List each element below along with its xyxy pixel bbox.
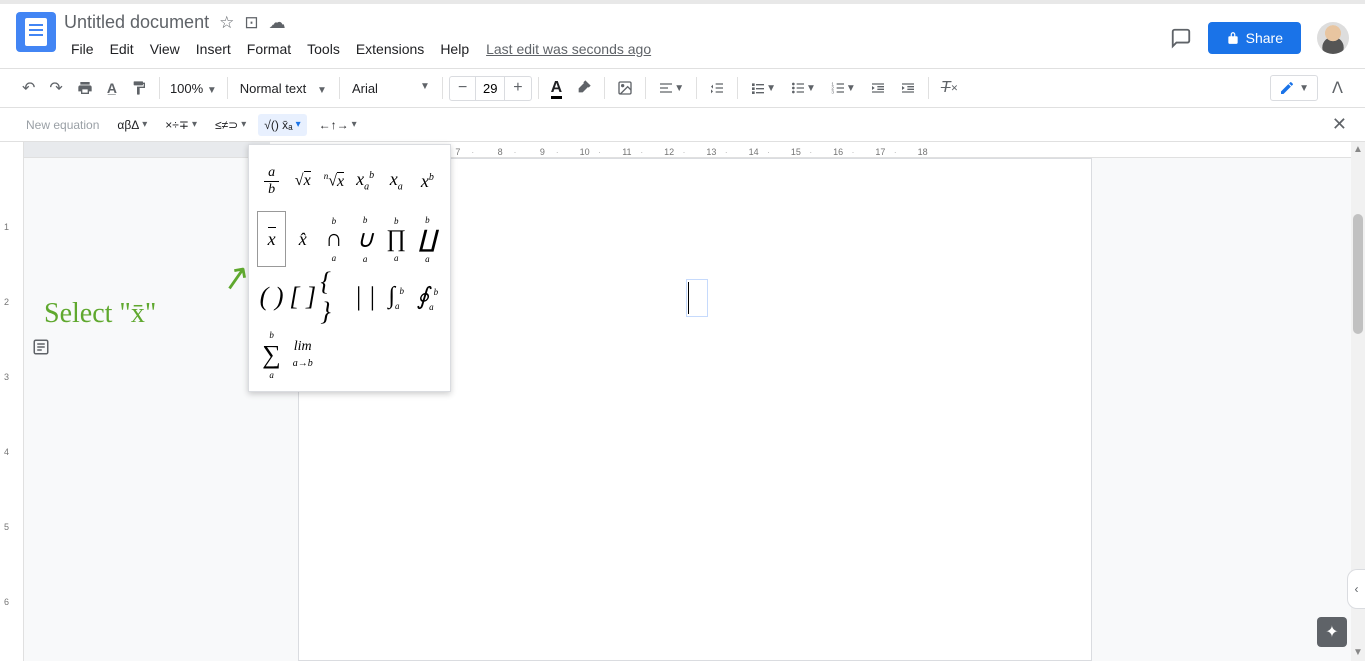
menu-view[interactable]: View [143,37,187,61]
equation-toolbar: New equation αβΔ▾ ×÷∓▾ ≤≠⊃▾ √() x̄ₐ▾ ←↑→… [0,108,1365,142]
line-spacing-button[interactable] [703,76,731,100]
math-coprod[interactable]: b∐a [413,211,442,267]
align-button[interactable]: ▼ [652,76,690,100]
outline-icon[interactable] [32,338,50,356]
vruler-tick: 2 [4,297,9,307]
hruler-tick: 18 [904,147,942,157]
paint-format-button[interactable] [125,76,153,100]
increase-indent-button[interactable] [894,76,922,100]
redo-button[interactable]: ↷ [43,74,68,102]
eq-group-relations[interactable]: ≤≠⊃▾ [209,114,252,136]
eq-group-greek[interactable]: αβΔ▾ [111,114,153,136]
svg-text:3: 3 [831,89,834,94]
math-parens[interactable]: ( ) [257,269,286,325]
zoom-select[interactable]: 100% ▼ [166,77,221,100]
font-size-input[interactable] [475,77,505,100]
undo-button[interactable]: ↶ [16,74,41,102]
scroll-thumb[interactable] [1353,214,1363,334]
menu-tools[interactable]: Tools [300,37,347,61]
horizontal-ruler[interactable]: 3 4 5 6 7 8 9 10 11 12 13 14 15 16 17 18 [24,142,1351,158]
vruler-tick: 6 [4,597,9,607]
close-equation-bar[interactable]: ✕ [1332,114,1347,135]
math-integral[interactable]: ∫ab [382,269,411,325]
math-ointegral[interactable]: ∮ab [413,269,442,325]
menu-help[interactable]: Help [433,37,476,61]
lock-icon [1226,31,1240,45]
math-sup[interactable]: xb [413,153,442,209]
explore-button[interactable]: ✦ [1317,617,1347,647]
decrease-indent-button[interactable] [864,76,892,100]
new-equation-button[interactable]: New equation [20,114,105,136]
share-button[interactable]: Share [1208,22,1301,54]
math-bigcup[interactable]: b∪a [350,211,379,267]
math-hat[interactable]: x̂ [288,211,317,267]
cloud-status-icon[interactable]: ☁ [269,13,286,33]
vruler-tick: 5 [4,522,9,532]
math-braces[interactable]: { } [319,269,348,325]
share-button-label: Share [1246,30,1283,46]
scroll-up-arrow[interactable]: ▲ [1353,144,1363,156]
toolbar: ↶ ↷ A̲ 100% ▼ Normal text ▼ Arial▼ − + A… [0,68,1365,108]
math-sub[interactable]: xa [382,153,411,209]
math-lim[interactable]: lima→b [288,327,317,383]
last-edit-link[interactable]: Last edit was seconds ago [486,41,651,57]
document-title[interactable]: Untitled document [64,12,209,33]
font-size-increase[interactable]: + [505,77,530,99]
move-icon[interactable]: ⊡ [244,13,258,33]
clear-formatting-button[interactable]: T✕ [935,75,964,101]
font-size-group: − + [449,76,532,101]
menu-format[interactable]: Format [240,37,298,61]
menu-edit[interactable]: Edit [103,37,141,61]
math-prod[interactable]: b∏a [382,211,411,267]
page-area [24,142,1365,661]
editing-mode-button[interactable]: ▼ [1270,75,1318,101]
menubar: File Edit View Insert Format Tools Exten… [64,37,1170,61]
scroll-down-arrow[interactable]: ▼ [1353,647,1363,659]
equation-field[interactable] [686,279,708,317]
print-button[interactable] [71,76,99,100]
font-select[interactable]: Arial▼ [346,77,436,100]
vertical-ruler: 1 2 3 4 5 6 [0,142,24,661]
vruler-tick: 1 [4,222,9,232]
header: Untitled document ☆ ⊡ ☁ File Edit View I… [0,4,1365,68]
text-color-button[interactable]: A [545,75,569,101]
checklist-button[interactable]: ▼ [744,76,782,100]
insert-image-button[interactable] [611,76,639,100]
math-subsup[interactable]: xab [350,153,379,209]
math-sum[interactable]: b∑a [257,327,286,383]
numbered-list-button[interactable]: 123▼ [824,76,862,100]
math-operations-dropdown: ab √x n√x xab xa xb x x̂ b∩a b∪a b∏a b∐a… [248,144,451,392]
eq-group-operators[interactable]: ×÷∓▾ [159,114,203,136]
comments-icon[interactable] [1170,27,1192,49]
math-brackets[interactable]: [ ] [288,269,317,325]
math-nthroot[interactable]: n√x [319,153,348,209]
menu-extensions[interactable]: Extensions [349,37,431,61]
bulleted-list-button[interactable]: ▼ [784,76,822,100]
menu-file[interactable]: File [64,37,101,61]
avatar[interactable] [1317,22,1349,54]
font-size-decrease[interactable]: − [450,77,475,99]
spellcheck-button[interactable]: A̲ [101,76,123,100]
math-bigcap[interactable]: b∩a [319,211,348,267]
highlight-button[interactable] [570,76,598,100]
vruler-tick: 4 [4,447,9,457]
docs-logo[interactable] [16,12,56,52]
workspace: 1 2 3 4 5 6 3 4 5 6 7 8 9 10 11 12 13 14… [0,142,1365,661]
side-panel-toggle[interactable]: ‹ [1347,569,1365,609]
math-fraction[interactable]: ab [257,153,286,209]
eq-group-arrows[interactable]: ←↑→▾ [313,114,363,136]
vruler-tick: 3 [4,372,9,382]
paragraph-style-select[interactable]: Normal text ▼ [234,77,333,100]
math-sqrt[interactable]: √x [288,153,317,209]
math-abs[interactable]: | | [350,269,379,325]
menu-insert[interactable]: Insert [189,37,238,61]
eq-group-math[interactable]: √() x̄ₐ▾ [258,114,306,136]
math-bar[interactable]: x [257,211,286,267]
star-icon[interactable]: ☆ [219,13,234,33]
hide-menus-button[interactable]: ᐱ [1326,74,1349,102]
